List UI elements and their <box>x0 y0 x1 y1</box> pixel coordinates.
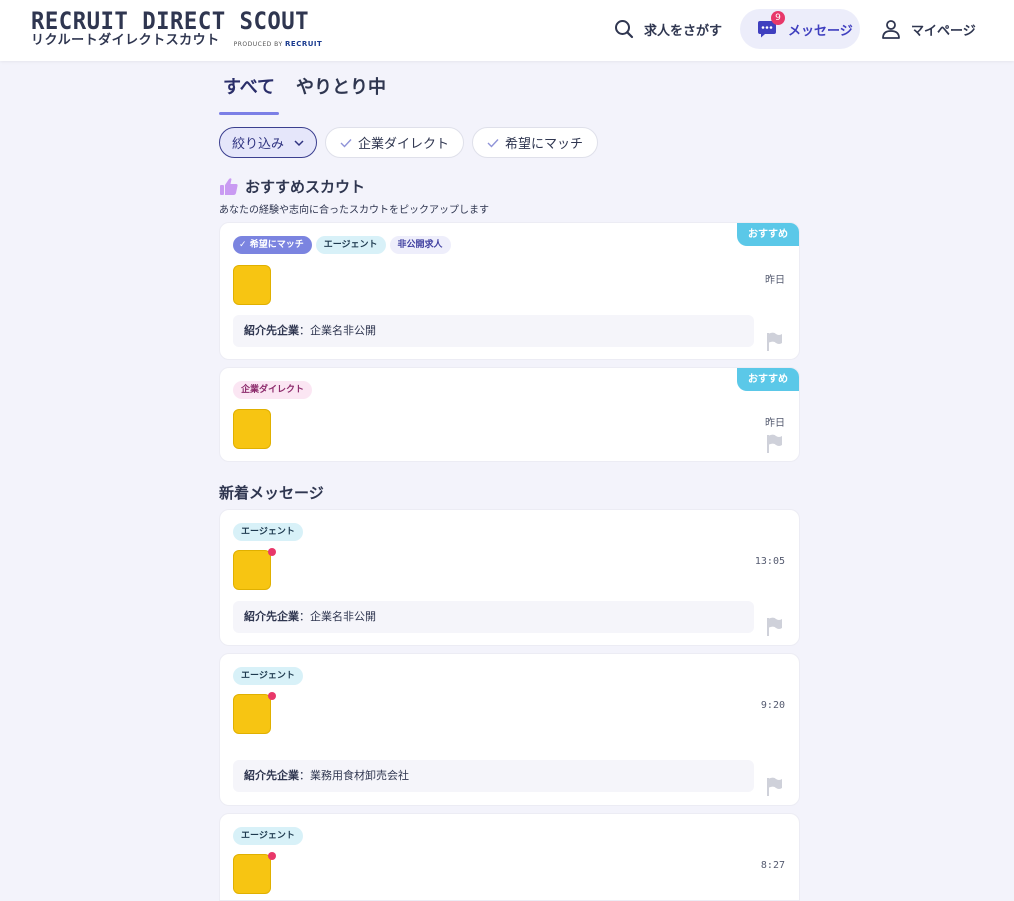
recommended-ribbon: おすすめ <box>737 368 799 391</box>
tag-agent: エージェント <box>315 236 386 254</box>
company-avatar <box>233 550 271 590</box>
tab-all[interactable]: すべて <box>219 75 280 115</box>
card-tags: エージェント <box>233 667 307 685</box>
nav-search-label: 求人をさがす <box>644 23 723 39</box>
check-icon: ✓ <box>239 240 247 250</box>
filter-chip-label: 希望にマッチ <box>505 137 584 152</box>
tag-company-direct: 企業ダイレクト <box>233 381 313 399</box>
filter-chip-label: 企業ダイレクト <box>358 137 450 152</box>
nav-messages[interactable]: 9 メッセージ <box>740 9 860 49</box>
company-avatar <box>233 694 271 734</box>
message-tabs: すべて やりとり中 <box>219 75 403 115</box>
tab-in-conversation[interactable]: やりとり中 <box>292 75 390 115</box>
search-icon <box>615 20 634 39</box>
new-messages-section-title: 新着メッセージ <box>219 482 324 503</box>
card-tags: 企業ダイレクト <box>233 381 316 399</box>
tag-agent: エージェント <box>233 523 303 541</box>
introduced-company-value: ：企業名非公開 <box>299 610 376 623</box>
message-card[interactable]: エージェント 9:20 紹介先企業：業務用食材卸売会社 <box>219 653 800 806</box>
message-card[interactable]: エージェント 13:05 紹介先企業：企業名非公開 <box>219 509 800 646</box>
received-time: 昨日 <box>765 275 785 286</box>
chevron-down-icon <box>294 139 304 146</box>
narrow-down-label: 絞り込み <box>232 137 285 152</box>
tag-agent: エージェント <box>233 667 303 685</box>
tag-agent: エージェント <box>233 827 303 845</box>
nav-messages-label: メッセージ <box>788 23 853 39</box>
received-time: 昨日 <box>765 418 785 429</box>
check-icon <box>487 138 499 148</box>
received-time: 9:20 <box>760 700 785 711</box>
recommended-ribbon: おすすめ <box>737 223 799 246</box>
flag-icon[interactable] <box>766 617 783 636</box>
introduced-company: 紹介先企業：企業名非公開 <box>233 315 754 347</box>
introduced-company: 紹介先企業：企業名非公開 <box>233 601 754 633</box>
recommended-title-text: おすすめスカウト <box>245 178 366 196</box>
introduced-company-value: ：企業名非公開 <box>299 324 376 337</box>
message-count-badge: 9 <box>771 11 785 25</box>
user-icon <box>882 20 900 39</box>
recommended-section-title: おすすめスカウト <box>219 176 365 197</box>
thumbs-up-icon <box>220 178 238 195</box>
unread-indicator <box>268 692 276 700</box>
unread-indicator <box>268 852 276 860</box>
recommended-description: あなたの経験や志向に合ったスカウトをピックアップします <box>219 205 489 216</box>
company-avatar <box>233 409 271 449</box>
introduced-company-value: ：業務用食材卸売会社 <box>299 769 409 782</box>
filter-chip-company-direct[interactable]: 企業ダイレクト <box>325 127 465 158</box>
unread-indicator <box>268 548 276 556</box>
filter-chip-matches-preference[interactable]: 希望にマッチ <box>472 127 599 158</box>
introduced-company-label: 紹介先企業 <box>244 324 299 337</box>
card-tags: エージェント <box>233 827 307 845</box>
introduced-company-label: 紹介先企業 <box>244 769 299 782</box>
received-time: 8:27 <box>760 860 785 871</box>
scout-card[interactable]: おすすめ 企業ダイレクト 昨日 <box>219 367 800 462</box>
nav-mypage[interactable]: マイページ <box>881 9 976 49</box>
introduced-company-label: 紹介先企業 <box>244 610 299 623</box>
card-tags: エージェント <box>233 523 307 541</box>
logo-produced-text: PRODUCED BY RECRUIT <box>233 40 323 48</box>
filter-bar: 絞り込み 企業ダイレクト 希望にマッチ <box>219 127 606 158</box>
tag-private-job: 非公開求人 <box>389 236 451 254</box>
header: RECRUIT DIRECT SCOUT リクルートダイレクトスカウト PROD… <box>0 0 1014 61</box>
received-time: 13:05 <box>754 556 785 567</box>
flag-icon[interactable] <box>766 332 783 351</box>
logo-sub-text: リクルートダイレクトスカウト <box>31 33 220 48</box>
narrow-down-button[interactable]: 絞り込み <box>219 127 318 158</box>
card-tags: ✓ 希望にマッチ エージェント 非公開求人 <box>233 236 455 254</box>
company-avatar <box>233 265 271 305</box>
message-card[interactable]: エージェント 8:27 <box>219 813 800 901</box>
introduced-company: 紹介先企業：業務用食材卸売会社 <box>233 760 754 792</box>
company-avatar <box>233 854 271 894</box>
logo[interactable]: RECRUIT DIRECT SCOUT リクルートダイレクトスカウト PROD… <box>31 8 330 49</box>
flag-icon[interactable] <box>766 434 783 453</box>
nav-search-jobs[interactable]: 求人をさがす <box>614 9 722 49</box>
scout-card[interactable]: おすすめ ✓ 希望にマッチ エージェント 非公開求人 昨日 紹介先企業：企業名非… <box>219 222 800 360</box>
tag-matches-preference: ✓ 希望にマッチ <box>233 236 312 254</box>
flag-icon[interactable] <box>766 777 783 796</box>
nav-mypage-label: マイページ <box>911 23 976 39</box>
recruit-brand-text: RECRUIT <box>285 40 323 48</box>
new-messages-title-text: 新着メッセージ <box>219 484 324 502</box>
check-icon <box>340 138 352 148</box>
logo-main-text: RECRUIT DIRECT SCOUT <box>31 7 310 35</box>
